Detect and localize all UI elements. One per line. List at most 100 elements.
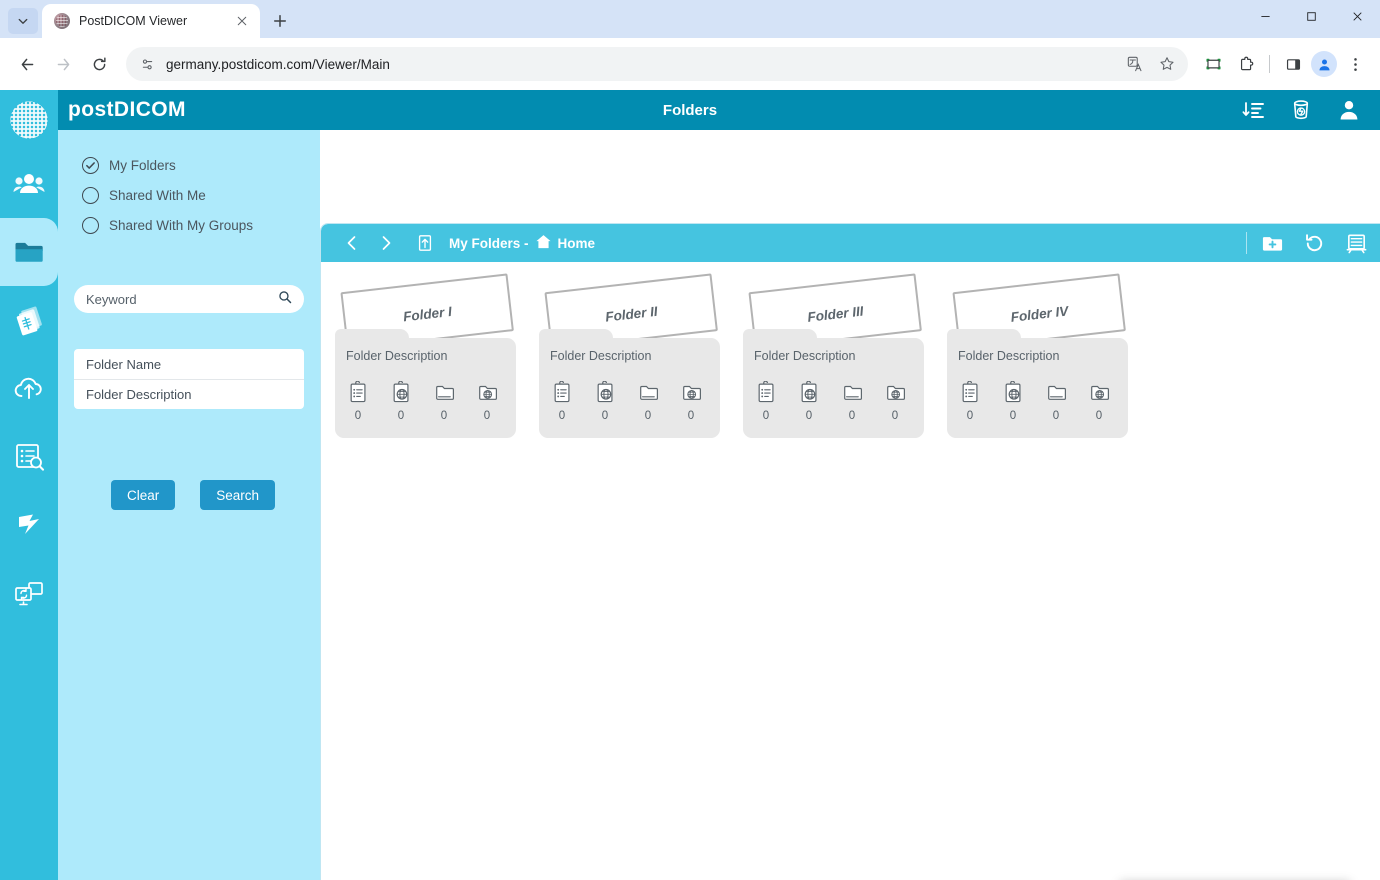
side-panel-icon[interactable] [1278, 49, 1308, 79]
stat-reports[interactable]: 0 [347, 381, 369, 422]
folder-name: Folder I [345, 297, 510, 330]
tab-search-chevron-icon[interactable] [8, 8, 38, 34]
stat-subfolders[interactable]: 0 [433, 381, 455, 422]
restore-icon[interactable] [1302, 231, 1326, 255]
app-header: postDICOM Folders [0, 90, 1380, 130]
stat-count: 0 [441, 410, 447, 422]
folder-card[interactable]: Folder III Folder Description 0 [743, 338, 924, 438]
reload-button[interactable] [82, 47, 116, 81]
stat-count: 0 [355, 410, 361, 422]
clipboard-list-icon [756, 381, 777, 408]
add-folder-icon[interactable] [1260, 231, 1284, 255]
minimize-button[interactable] [1242, 0, 1288, 32]
keyword-search-input[interactable]: Keyword [74, 285, 304, 313]
breadcrumb-home-label[interactable]: Home [558, 236, 596, 251]
back-button[interactable] [10, 47, 44, 81]
tab-close-icon[interactable] [232, 11, 252, 31]
folder-description-input[interactable]: Folder Description [74, 379, 304, 409]
stat-reports[interactable]: 0 [959, 381, 981, 422]
stat-studies[interactable]: 0 [594, 381, 616, 422]
stat-shared-folders[interactable]: 0 [680, 381, 702, 422]
screencast-icon[interactable] [1198, 49, 1228, 79]
stat-shared-folders[interactable]: 0 [1088, 381, 1110, 422]
folder-stats: 0 0 [959, 381, 1110, 422]
folder-card-body[interactable]: Folder Description 0 [539, 338, 720, 438]
forward-button[interactable] [46, 47, 80, 81]
folder-card[interactable]: Folder II Folder Description 0 [539, 338, 720, 438]
search-icon[interactable] [278, 290, 292, 309]
folder-card[interactable]: Folder IV Folder Description 0 [947, 338, 1128, 438]
close-button[interactable] [1334, 0, 1380, 32]
stat-subfolders[interactable]: 0 [637, 381, 659, 422]
folder-description: Folder Description [958, 349, 1059, 363]
toolbar-divider [1269, 55, 1270, 73]
maximize-button[interactable] [1288, 0, 1334, 32]
site-settings-icon[interactable] [138, 55, 156, 73]
window-controls [1242, 0, 1380, 38]
stat-subfolders[interactable]: 0 [1045, 381, 1067, 422]
folder-card[interactable]: Folder I Folder Description 0 [335, 338, 516, 438]
search-button[interactable]: Search [200, 480, 275, 510]
browser-toolbar: germany.postdicom.com/Viewer/Main [0, 38, 1380, 90]
folder-description: Folder Description [550, 349, 651, 363]
stat-shared-folders[interactable]: 0 [476, 381, 498, 422]
radio-empty-icon [82, 217, 99, 234]
folder-outline-icon [1046, 381, 1067, 408]
list-view-icon[interactable] [1344, 231, 1368, 255]
browser-titlebar: PostDICOM Viewer [0, 0, 1380, 38]
recycle-bin-icon[interactable] [1288, 97, 1314, 123]
sidebar-item-sync[interactable] [0, 490, 58, 558]
radio-shared-with-my-groups[interactable]: Shared With My Groups [82, 210, 320, 240]
stat-shared-folders[interactable]: 0 [884, 381, 906, 422]
radio-my-folders[interactable]: My Folders [82, 150, 320, 180]
user-account-icon[interactable] [1336, 97, 1362, 123]
sidebar-item-documents[interactable] [0, 286, 58, 354]
folder-card-body[interactable]: Folder Description 0 [947, 338, 1128, 438]
stat-studies[interactable]: 0 [798, 381, 820, 422]
stat-studies[interactable]: 0 [390, 381, 412, 422]
sidebar-item-upload[interactable] [0, 354, 58, 422]
extensions-icon[interactable] [1231, 49, 1261, 79]
folder-stats: 0 0 [755, 381, 906, 422]
kebab-menu-icon[interactable] [1340, 49, 1370, 79]
folder-card-body[interactable]: Folder Description 0 [335, 338, 516, 438]
sidebar-item-worklist-search[interactable] [0, 422, 58, 490]
stat-reports[interactable]: 0 [551, 381, 573, 422]
sidebar-item-patients[interactable] [0, 150, 58, 218]
folder-card-body[interactable]: Folder Description 0 [743, 338, 924, 438]
folder-card-grid: Folder I Folder Description 0 [321, 262, 1380, 438]
sidebar-item-screen-share[interactable] [0, 558, 58, 626]
translate-icon[interactable] [1122, 51, 1148, 77]
new-tab-button[interactable] [266, 7, 294, 35]
radio-shared-with-me[interactable]: Shared With Me [82, 180, 320, 210]
stat-count: 0 [763, 410, 769, 422]
sort-descending-icon[interactable] [1240, 97, 1266, 123]
clipboard-globe-icon [595, 381, 616, 408]
browser-tab[interactable]: PostDICOM Viewer [42, 4, 260, 38]
stat-reports[interactable]: 0 [755, 381, 777, 422]
profile-avatar-icon[interactable] [1311, 51, 1337, 77]
breadcrumb-actions [1246, 224, 1368, 262]
stat-count: 0 [967, 410, 973, 422]
filter-buttons: Clear Search [111, 480, 275, 510]
bookmark-star-icon[interactable] [1154, 51, 1180, 77]
upload-box-icon[interactable] [409, 226, 441, 260]
folder-outline-icon [434, 381, 455, 408]
stat-subfolders[interactable]: 0 [841, 381, 863, 422]
stat-count: 0 [398, 410, 404, 422]
folder-globe-icon [477, 381, 498, 408]
stat-count: 0 [1096, 410, 1102, 422]
folder-stats: 0 0 [551, 381, 702, 422]
clipboard-list-icon [348, 381, 369, 408]
home-icon[interactable] [535, 233, 552, 253]
clipboard-globe-icon [1003, 381, 1024, 408]
stat-studies[interactable]: 0 [1002, 381, 1024, 422]
folder-name-input[interactable]: Folder Name [74, 349, 304, 379]
breadcrumb-back-button[interactable] [335, 226, 369, 260]
url-text: germany.postdicom.com/Viewer/Main [166, 57, 1112, 72]
sidebar-item-folders[interactable] [0, 218, 58, 286]
address-bar[interactable]: germany.postdicom.com/Viewer/Main [126, 47, 1188, 81]
clear-button[interactable]: Clear [111, 480, 175, 510]
folder-stats: 0 0 [347, 381, 498, 422]
breadcrumb-forward-button[interactable] [369, 226, 403, 260]
